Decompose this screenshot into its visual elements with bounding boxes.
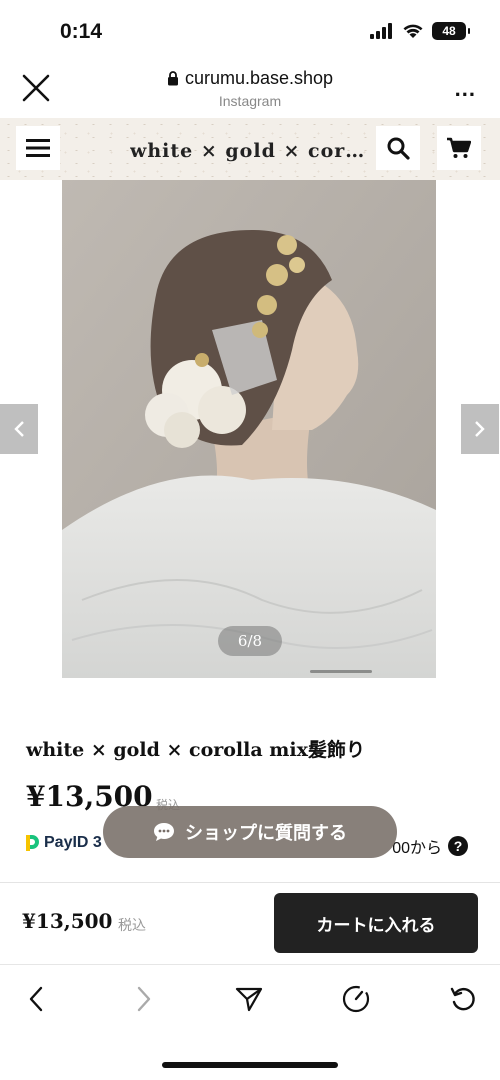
- status-icons: 48: [370, 22, 470, 40]
- reload-icon: [450, 987, 475, 1011]
- back-button[interactable]: [18, 981, 54, 1017]
- add-to-cart-button[interactable]: カートに入れる: [274, 893, 478, 953]
- chevron-right-icon: [475, 421, 485, 437]
- chevron-left-icon: [29, 986, 43, 1012]
- browser-toolbar: [0, 964, 500, 1030]
- search-icon: [387, 137, 410, 160]
- help-icon[interactable]: ?: [448, 836, 468, 856]
- cart-icon: [447, 137, 471, 158]
- scroll-indicator: [310, 670, 372, 673]
- payid-installment: 00から ?: [392, 834, 468, 858]
- search-button[interactable]: [376, 126, 420, 170]
- product-image-gallery[interactable]: 6/8: [62, 180, 436, 678]
- lock-icon: [167, 71, 178, 86]
- payid-label: PayID 3: [44, 834, 102, 851]
- more-button[interactable]: ...: [455, 76, 476, 102]
- gauge-icon: [342, 985, 370, 1013]
- home-indicator: [162, 1062, 338, 1068]
- chevron-left-icon: [14, 421, 24, 437]
- purchase-bar: ¥13,500 税込 カートに入れる: [0, 883, 500, 963]
- shop-title[interactable]: white × gold × corolla mix髪飾り: [130, 136, 372, 163]
- url-source: Instagram: [218, 93, 282, 109]
- reload-button[interactable]: [445, 981, 481, 1017]
- battery-icon: 48: [432, 22, 470, 40]
- close-button[interactable]: [18, 70, 54, 106]
- purchase-bar-price: ¥13,500: [22, 909, 113, 933]
- forward-button[interactable]: [126, 981, 162, 1017]
- product-name: white × gold × corolla mix髪飾り: [26, 739, 365, 761]
- gallery-next-button[interactable]: [461, 404, 499, 454]
- browser-header: curumu.base.shop Instagram ...: [0, 62, 500, 118]
- signal-icon: [370, 23, 392, 39]
- status-bar: 0:14 48: [0, 0, 500, 62]
- chevron-right-icon: [137, 986, 151, 1012]
- ask-shop-label: ショップに質問する: [185, 823, 347, 843]
- close-icon: [22, 74, 50, 102]
- slide-counter: 6/8: [218, 626, 282, 656]
- url-text: curumu.base.shop: [184, 68, 334, 88]
- gallery-prev-button[interactable]: [0, 404, 38, 454]
- payid-tail-text: 00から: [392, 840, 442, 857]
- url-block[interactable]: curumu.base.shop Instagram: [100, 68, 400, 109]
- product-photo: [62, 180, 436, 678]
- cart-button[interactable]: [437, 126, 481, 170]
- share-button[interactable]: [231, 981, 267, 1017]
- shop-header: white × gold × corolla mix髪飾り: [0, 118, 500, 180]
- wifi-icon: [403, 24, 423, 38]
- url-line: curumu.base.shop: [100, 68, 400, 89]
- send-icon: [235, 987, 263, 1012]
- menu-button[interactable]: [16, 126, 60, 170]
- chat-bubble-icon: [154, 823, 174, 841]
- ask-shop-button[interactable]: ショップに質問する: [103, 806, 397, 858]
- payid-icon: [26, 835, 39, 851]
- hamburger-icon: [26, 139, 50, 157]
- status-time: 0:14: [60, 20, 103, 43]
- purchase-bar-tax: 税込: [118, 917, 146, 933]
- speed-button[interactable]: [338, 981, 374, 1017]
- payid-logo: PayID 3: [24, 834, 102, 852]
